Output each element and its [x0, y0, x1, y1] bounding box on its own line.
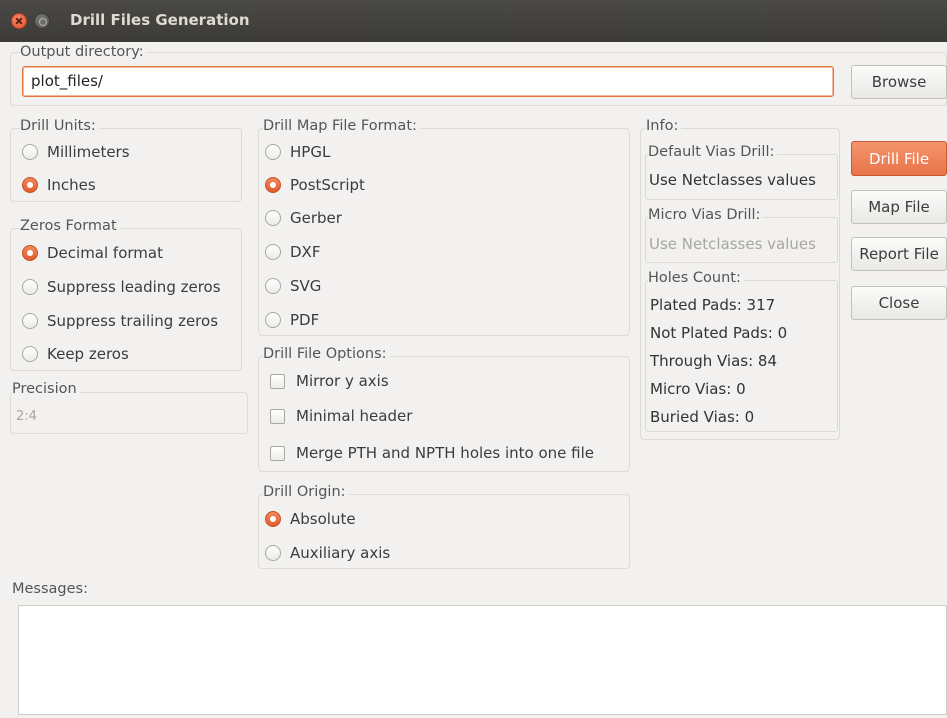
radio-indicator [265, 210, 281, 226]
close-button[interactable]: Close [851, 286, 947, 320]
radio-dxf[interactable]: DXF [265, 243, 320, 261]
radio-indicator [22, 245, 38, 261]
radio-suppress-leading-zeros[interactable]: Suppress leading zeros [22, 278, 221, 296]
holes-buried-vias: Buried Vias: 0 [650, 408, 755, 426]
radio-indicator [265, 511, 281, 527]
radio-indicator [22, 279, 38, 295]
radio-svg[interactable]: SVG [265, 277, 321, 295]
checkbox-indicator [270, 445, 285, 461]
map-file-button[interactable]: Map File [851, 190, 947, 224]
radio-indicator [265, 177, 281, 193]
option-label: Absolute [290, 510, 356, 528]
option-label: Decimal format [47, 244, 163, 262]
window-close-icon[interactable] [11, 13, 27, 29]
option-label: Gerber [290, 209, 342, 227]
radio-postscript[interactable]: PostScript [265, 176, 365, 194]
radio-indicator [22, 144, 38, 160]
holes-count-label: Holes Count: [648, 270, 744, 286]
info-label: Info: [646, 118, 682, 134]
option-label: DXF [290, 243, 321, 261]
option-label: Millimeters [47, 143, 130, 161]
zeros-format-label: Zeros Format [20, 218, 120, 234]
radio-indicator [22, 313, 38, 329]
default-vias-label: Default Vias Drill: [648, 144, 778, 160]
messages-label: Messages: [12, 581, 91, 597]
title-bar: Drill Files Generation [0, 0, 947, 42]
micro-vias-value: Use Netclasses values [649, 235, 816, 253]
holes-through-vias: Through Vias: 84 [650, 352, 778, 370]
option-label: PDF [290, 311, 320, 329]
checkbox-merge-pth-npth[interactable]: Merge PTH and NPTH holes into one file [270, 444, 594, 462]
radio-inches[interactable]: Inches [22, 176, 96, 194]
precision-label: Precision [12, 381, 80, 397]
holes-plated-pads: Plated Pads: 317 [650, 296, 776, 314]
radio-hpgl[interactable]: HPGL [265, 143, 330, 161]
checkbox-indicator [270, 373, 285, 389]
radio-suppress-trailing-zeros[interactable]: Suppress trailing zeros [22, 312, 218, 330]
option-label: PostScript [290, 176, 365, 194]
option-label: Merge PTH and NPTH holes into one file [296, 444, 595, 462]
browse-button[interactable]: Browse [851, 65, 947, 99]
radio-pdf[interactable]: PDF [265, 311, 319, 329]
radio-indicator [265, 312, 281, 328]
precision-group [10, 392, 248, 434]
option-label: Keep zeros [47, 345, 129, 363]
report-file-button[interactable]: Report File [851, 237, 947, 271]
output-directory-input[interactable]: plot_files/ [22, 66, 834, 97]
drill-units-label: Drill Units: [20, 118, 99, 134]
output-directory-label: Output directory: [20, 44, 147, 60]
radio-indicator [22, 177, 38, 193]
option-label: Suppress leading zeros [47, 278, 221, 296]
radio-millimeters[interactable]: Millimeters [22, 143, 130, 161]
default-vias-value: Use Netclasses values [649, 171, 816, 189]
radio-indicator [265, 244, 281, 260]
checkbox-mirror-y-axis[interactable]: Mirror y axis [270, 372, 389, 390]
precision-value: 2:4 [16, 409, 37, 424]
radio-auxiliary-axis[interactable]: Auxiliary axis [265, 544, 390, 562]
option-label: SVG [290, 277, 322, 295]
radio-absolute[interactable]: Absolute [265, 510, 356, 528]
radio-indicator [265, 278, 281, 294]
checkbox-minimal-header[interactable]: Minimal header [270, 407, 412, 425]
messages-textarea[interactable] [18, 605, 947, 715]
radio-keep-zeros[interactable]: Keep zeros [22, 345, 129, 363]
radio-gerber[interactable]: Gerber [265, 209, 342, 227]
checkbox-indicator [270, 408, 285, 424]
holes-micro-vias: Micro Vias: 0 [650, 380, 746, 398]
drill-origin-label: Drill Origin: [263, 484, 349, 500]
radio-indicator [265, 144, 281, 160]
map-format-label: Drill Map File Format: [263, 118, 420, 134]
option-label: Mirror y axis [296, 372, 389, 390]
file-options-label: Drill File Options: [263, 346, 390, 362]
option-label: Inches [47, 176, 96, 194]
radio-decimal-format[interactable]: Decimal format [22, 244, 163, 262]
option-label: Auxiliary axis [290, 544, 391, 562]
window-title: Drill Files Generation [70, 11, 250, 29]
radio-indicator [22, 346, 38, 362]
window-minimize-icon[interactable] [34, 13, 50, 29]
micro-vias-label: Micro Vias Drill: [648, 207, 764, 223]
holes-not-plated-pads: Not Plated Pads: 0 [650, 324, 788, 342]
option-label: Suppress trailing zeros [47, 312, 219, 330]
option-label: HPGL [290, 143, 331, 161]
option-label: Minimal header [296, 407, 413, 425]
radio-indicator [265, 545, 281, 561]
drill-file-button[interactable]: Drill File [851, 141, 947, 176]
